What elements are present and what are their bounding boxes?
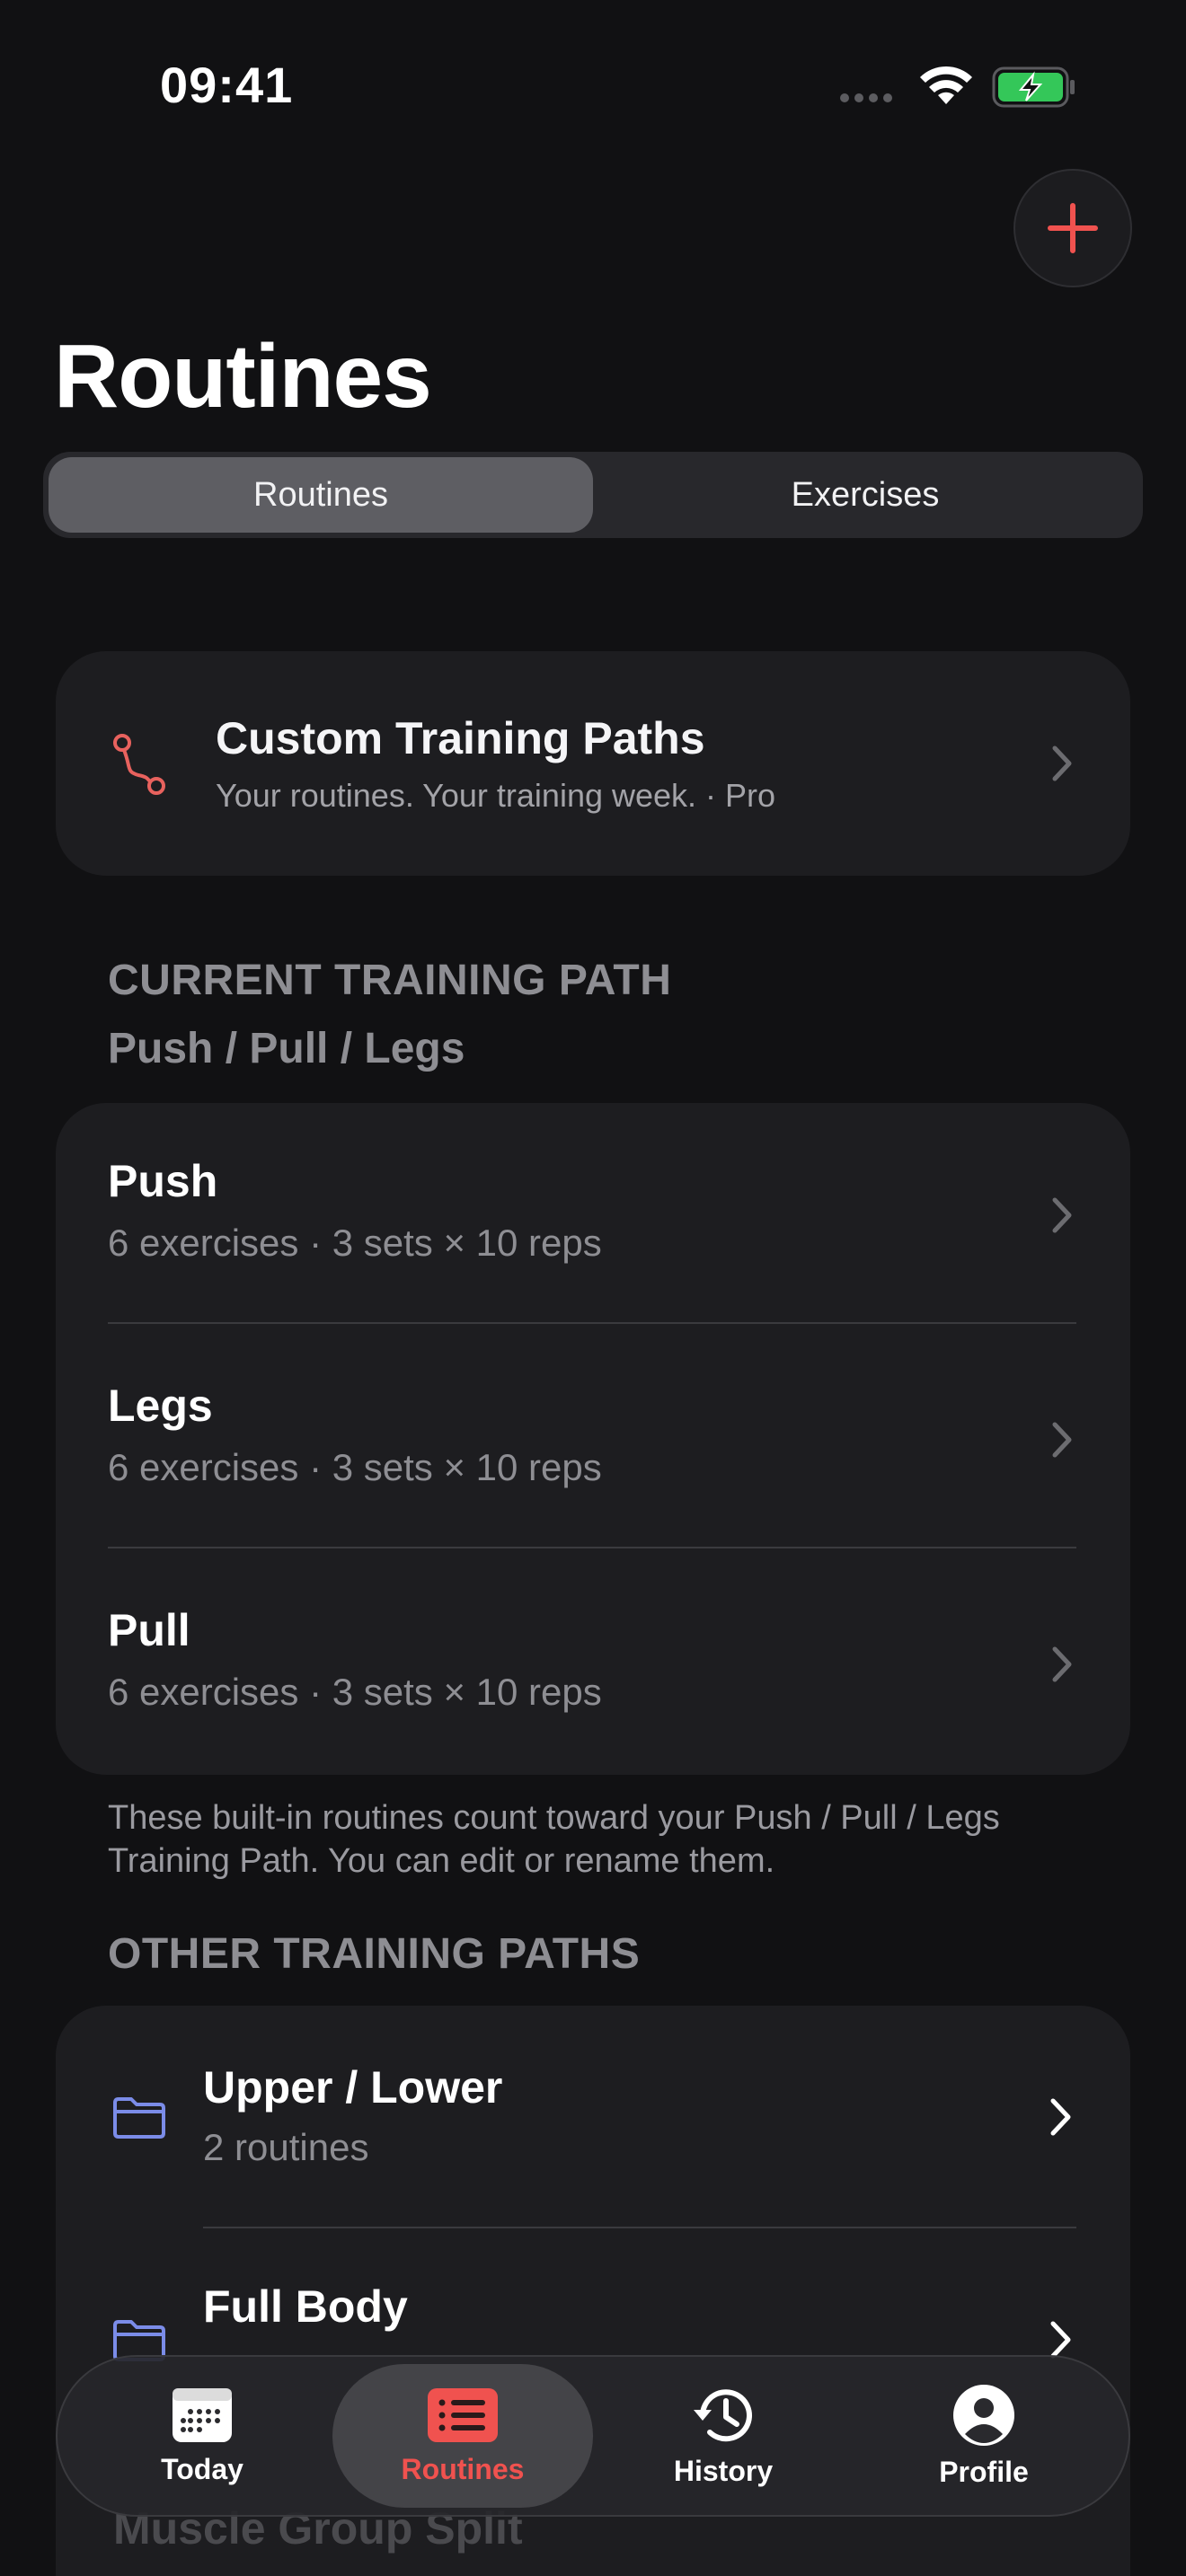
calendar-icon xyxy=(173,2387,232,2442)
battery-icon xyxy=(992,66,1075,108)
current-path-footnote: These built-in routines count toward you… xyxy=(108,1799,1000,1880)
tab-routines[interactable]: Routines xyxy=(332,2364,593,2508)
plus-icon xyxy=(1048,203,1098,253)
segmented-control: Routines Exercises xyxy=(43,452,1143,538)
route-icon xyxy=(113,734,165,795)
add-button[interactable] xyxy=(1013,169,1132,287)
custom-training-paths-card[interactable]: Custom Training Paths Your routines. You… xyxy=(56,651,1130,876)
other-paths-header: OTHER TRAINING PATHS xyxy=(108,1930,641,1978)
divider xyxy=(108,1547,1076,1548)
routine-row-push[interactable]: Push 6 exercises · 3 sets × 10 reps xyxy=(56,1103,1130,1328)
routine-name: Push xyxy=(108,1156,218,1206)
routine-row-pull[interactable]: Pull 6 exercises · 3 sets × 10 reps xyxy=(56,1552,1130,1777)
chevron-right-icon xyxy=(1050,2321,1071,2359)
folder-icon xyxy=(113,2097,165,2139)
routine-meta: 6 exercises · 3 sets × 10 reps xyxy=(108,1446,602,1488)
path-name: Upper / Lower xyxy=(203,2062,503,2113)
tab-label: Routines xyxy=(401,2452,525,2485)
current-path-name: Push / Pull / Legs xyxy=(108,1025,465,1072)
routine-row-legs[interactable]: Legs 6 exercises · 3 sets × 10 reps xyxy=(56,1328,1130,1552)
tab-history[interactable]: History xyxy=(593,2364,854,2508)
page-title: Routines xyxy=(54,326,432,427)
routine-name: Legs xyxy=(108,1381,213,1431)
current-path-header: CURRENT TRAINING PATH xyxy=(108,957,672,1004)
path-row-upper-lower[interactable]: Upper / Lower 2 routines xyxy=(56,2006,1130,2228)
tab-today[interactable]: Today xyxy=(72,2364,332,2508)
divider xyxy=(108,1322,1076,1324)
chevron-right-icon xyxy=(1052,1422,1072,1458)
tab-profile[interactable]: Profile xyxy=(854,2364,1114,2508)
routine-name: Pull xyxy=(108,1605,190,1655)
tab-label: History xyxy=(673,2454,774,2487)
tab-label: Profile xyxy=(939,2455,1029,2488)
wifi-icon xyxy=(920,66,972,104)
history-icon xyxy=(694,2388,752,2441)
chevron-right-icon xyxy=(1052,1197,1072,1233)
current-path-routines: Push 6 exercises · 3 sets × 10 reps Legs… xyxy=(56,1103,1130,1775)
routine-meta: 6 exercises · 3 sets × 10 reps xyxy=(108,1671,602,1713)
tab-bar: Today Routines History Profile xyxy=(56,2355,1130,2517)
segment-exercises[interactable]: Exercises xyxy=(593,457,1137,533)
profile-icon xyxy=(953,2384,1014,2446)
chevron-right-icon xyxy=(1052,745,1072,781)
custom-paths-subtitle: Your routines. Your training week. · Pro xyxy=(216,777,776,814)
routines-screen: 09:41 Routines Routines Exercises Custom… xyxy=(0,0,1186,2576)
routine-meta: 6 exercises · 3 sets × 10 reps xyxy=(108,1222,602,1264)
chevron-right-icon xyxy=(1050,2098,1071,2136)
path-name: Full Body xyxy=(203,2281,408,2332)
list-icon xyxy=(428,2387,498,2442)
chevron-right-icon xyxy=(1052,1646,1072,1682)
status-time: 09:41 xyxy=(160,57,294,113)
segment-routines[interactable]: Routines xyxy=(49,457,593,533)
path-meta: 2 routines xyxy=(203,2126,369,2168)
tab-label: Today xyxy=(161,2452,243,2485)
signal-icon xyxy=(840,93,892,102)
custom-paths-title: Custom Training Paths xyxy=(216,713,705,763)
